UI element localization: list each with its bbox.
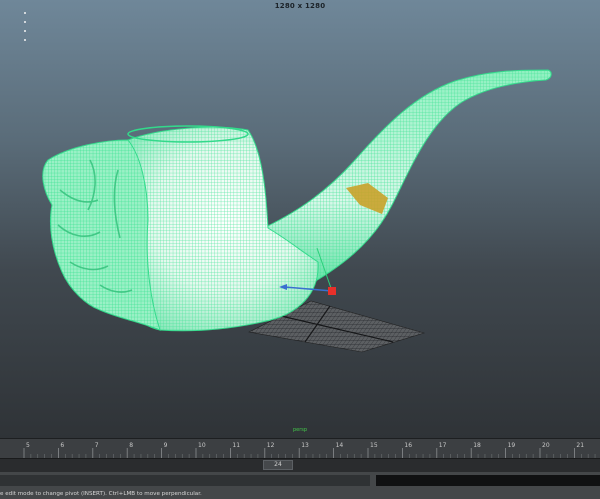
help-line: e edit mode to change pivot (INSERT). Ct…: [0, 489, 600, 499]
frame-tick-label: 19: [508, 442, 516, 449]
frame-tick-label: 20: [542, 442, 550, 449]
frame-tick-label: 9: [164, 442, 168, 449]
pivot-handle[interactable]: [328, 287, 336, 295]
command-line-field[interactable]: [376, 475, 600, 486]
range-bar[interactable]: [0, 475, 370, 486]
range-slider[interactable]: [0, 471, 600, 489]
frame-tick-label: 11: [232, 442, 240, 449]
frame-tick-label: 21: [576, 442, 584, 449]
current-frame-row[interactable]: 24: [0, 458, 600, 471]
frame-tick-label: 13: [301, 442, 309, 449]
3d-viewport[interactable]: 1280 x 1280 persp: [0, 0, 600, 438]
camera-label: persp: [292, 427, 308, 433]
time-ruler: 5 6 7 8 9 10 11 12 13 14 15 16 17 18 19 20 21: [23, 442, 596, 459]
frame-tick-label: 7: [95, 442, 99, 449]
frame-tick-label: 18: [473, 442, 481, 449]
frame-tick-label: 12: [267, 442, 275, 449]
frame-tick-label: 17: [439, 442, 447, 449]
frame-tick-label: 16: [404, 442, 412, 449]
scene-canvas[interactable]: [0, 0, 600, 438]
time-slider[interactable]: 5 6 7 8 9 10 11 12 13 14 15 16 17 18 19 20 21: [0, 438, 600, 459]
current-frame-field[interactable]: 24: [263, 460, 293, 470]
frame-tick-label: 6: [60, 442, 64, 449]
frame-tick-label: 10: [198, 442, 206, 449]
frame-tick-label: 8: [129, 442, 133, 449]
frame-tick-label: 15: [370, 442, 378, 449]
frame-tick-label: 14: [336, 442, 344, 449]
frame-tick-label: 5: [26, 442, 30, 449]
